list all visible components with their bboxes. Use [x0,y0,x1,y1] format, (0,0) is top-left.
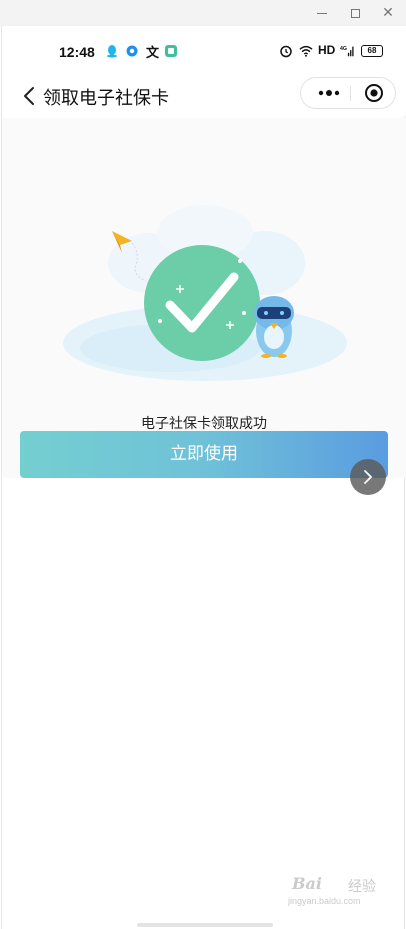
more-dots-icon [318,90,340,96]
close-icon: ✕ [382,5,394,21]
floating-next-button[interactable] [350,459,386,495]
watermark-url: jingyan.baidu.com [288,896,361,906]
battery-indicator: 68 [361,45,383,57]
miniapp-close-button[interactable] [359,78,389,108]
signal-icon: 4G [340,46,354,57]
nav-bar: 领取电子社保卡 [2,77,406,116]
watermark-brand: Bai [292,874,322,893]
app-circle-icon [126,45,138,57]
content-area: 电子社保卡领取成功 [2,118,406,478]
alarm-icon [280,45,292,58]
wifi-icon [299,45,313,57]
maximize-icon [350,8,360,18]
minimize-icon [317,12,327,14]
hd-label: HD [318,43,336,57]
use-now-button[interactable]: 立即使用 [20,431,388,478]
more-menu-button[interactable] [311,78,347,108]
app-square-icon [165,45,177,57]
qq-icon [107,45,117,58]
target-close-icon [365,84,383,102]
window-titlebar: ✕ [0,0,406,26]
chevron-right-icon [364,470,373,484]
status-bar: 12:48 文 HD 4G 68 [2,26,406,78]
phone-frame: 12:48 文 HD 4G 68 领取电子社保卡 电子社保卡领取成功 立即使用 … [1,26,406,929]
watermark-cn: 经验 [348,879,376,895]
minimize-button[interactable] [305,0,339,26]
home-indicator[interactable] [137,923,273,927]
back-button[interactable] [18,83,40,109]
svg-text:4G: 4G [340,46,347,52]
maximize-button[interactable] [338,0,372,26]
success-illustration [63,205,347,381]
miniapp-capsule [300,77,396,109]
status-time: 12:48 [59,44,95,60]
close-window-button[interactable]: ✕ [371,0,405,26]
baidu-jingyan-watermark: Bai 经验 jingyan.baidu.com [288,874,388,914]
success-message: 电子社保卡领取成功 [141,416,267,432]
back-arrow-icon [24,87,34,105]
page-title: 领取电子社保卡 [43,88,169,109]
status-misc-glyph: 文 [146,46,160,61]
capsule-divider [350,86,351,101]
